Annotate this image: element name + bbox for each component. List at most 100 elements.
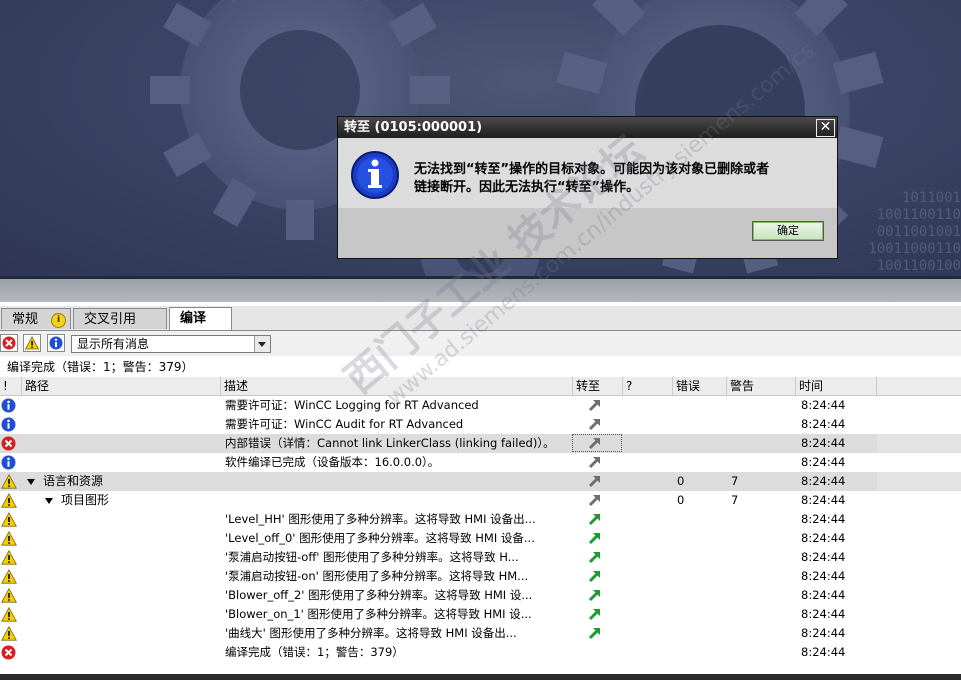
description-cell: 需要许可证：WinCC Logging for RT Advanced [225,398,479,412]
path-cell [27,415,217,434]
column-header-time[interactable]: 时间 [796,377,877,395]
description-cell: 需要许可证：WinCC Audit for RT Advanced [225,417,464,431]
path-cell [27,586,217,605]
goto-arrow-icon [588,514,600,526]
dialog-title-bar[interactable]: 转至 (0105:000001) ✕ [338,117,837,138]
errors-cell [677,453,717,472]
time-cell: 8:24:44 [801,493,846,507]
dialog-message: 无法找到“转至”操作的目标对象。可能因为该对象已删除或者 链接断开。因此无法执行… [414,161,824,197]
warnings-cell [731,605,771,624]
goto-arrow-icon [588,571,600,583]
tab-general[interactable]: 常规 i [1,308,71,329]
description-cell: 'Level_off_0' 图形使用了多种分辨率。这将导致 HMI 设备... [225,531,535,545]
table-row[interactable]: 项目图形 0 7 8:24:44 [0,491,961,510]
column-header-severity[interactable]: ! [0,377,22,395]
goto-button[interactable] [586,510,606,529]
severity-cell [0,529,18,548]
table-row[interactable]: 内部错误（详情：Cannot link LinkerClass (linking… [0,434,961,453]
column-header-description[interactable]: 描述 [221,377,573,395]
error-icon [1,436,16,451]
table-row[interactable]: '泵浦启动按钮-on' 图形使用了多种分辨率。这将导致 HM... 8:24:44 [0,567,961,586]
errors-cell [677,548,717,567]
chevron-down-icon[interactable] [254,336,270,352]
warning-icon [1,626,17,641]
severity-cell [0,472,18,491]
description-cell: 编译完成（错误：1；警告：379） [225,645,404,659]
column-header-goto[interactable]: 转至 [573,377,623,395]
warning-icon [1,607,17,622]
ok-button[interactable]: 确定 [752,221,824,241]
table-row[interactable]: 'Blower_off_2' 图形使用了多种分辨率。这将导致 HMI 设... 8… [0,586,961,605]
severity-cell [0,491,18,510]
close-icon: ✕ [819,119,832,135]
expand-triangle-icon[interactable] [45,497,53,504]
table-row[interactable]: 需要许可证：WinCC Logging for RT Advanced 8:24:… [0,396,961,415]
goto-button[interactable] [586,567,606,586]
table-row[interactable]: '泵浦启动按钮-off' 图形使用了多种分辨率。这将导致 H... 8:24:44 [0,548,961,567]
warnings-cell [731,510,771,529]
warnings-cell [731,453,771,472]
info-icon [49,336,63,350]
table-row[interactable]: 'Blower_on_1' 图形使用了多种分辨率。这将导致 HMI 设... 8:… [0,605,961,624]
path-cell [27,567,217,586]
goto-arrow-icon [588,628,600,640]
goto-button[interactable] [586,453,606,472]
warnings-cell [731,567,771,586]
message-filter-toolbar: 显示所有消息 [0,331,961,356]
goto-arrow-icon [588,400,600,412]
tab-compile[interactable]: 编译 [169,307,232,330]
tab-cross-reference[interactable]: 交叉引用 [73,308,167,329]
time-cell: 8:24:44 [801,417,846,431]
severity-cell [0,415,18,434]
description-cell: 'Blower_on_1' 图形使用了多种分辨率。这将导致 HMI 设... [225,607,532,621]
filter-warnings-button[interactable] [23,334,41,352]
severity-cell [0,548,18,567]
time-cell: 8:24:44 [801,398,846,412]
severity-cell [0,586,18,605]
column-header-errors[interactable]: 错误 [673,377,727,395]
filter-errors-button[interactable] [0,334,18,352]
column-header-question[interactable]: ? [623,377,673,395]
time-cell: 8:24:44 [801,607,846,621]
table-row[interactable]: '曲线大' 图形使用了多种分辨率。这将导致 HMI 设备出... 8:24:44 [0,624,961,643]
table-row[interactable]: 需要许可证：WinCC Audit for RT Advanced 8:24:44 [0,415,961,434]
goto-button[interactable] [586,548,606,567]
goto-button[interactable] [586,491,606,510]
warnings-cell: 7 [731,493,739,507]
goto-arrow-icon [588,609,600,621]
goto-arrow-icon [588,457,600,469]
table-row[interactable]: 'Level_HH' 图形使用了多种分辨率。这将导致 HMI 设备出... 8:2… [0,510,961,529]
goto-arrow-icon [588,533,600,545]
goto-button[interactable] [586,586,606,605]
errors-cell: 0 [677,493,685,507]
panel-splitter[interactable] [0,279,961,302]
severity-cell [0,453,18,472]
dialog-message-line-1: 无法找到“转至”操作的目标对象。可能因为该对象已删除或者 [414,162,770,177]
warning-icon [1,493,17,508]
expand-triangle-icon[interactable] [27,478,35,485]
goto-button[interactable] [586,415,606,434]
column-header-warnings[interactable]: 警告 [727,377,796,395]
goto-button[interactable] [586,396,606,415]
goto-button[interactable] [586,624,606,643]
info-icon: i [51,313,66,328]
goto-button[interactable] [586,529,606,548]
close-button[interactable]: ✕ [816,119,835,137]
table-row[interactable]: 软件编译已完成（设备版本：16.0.0.0）。 8:24:44 [0,453,961,472]
column-header-path[interactable]: 路径 [22,377,221,395]
goto-button[interactable] [586,605,606,624]
goto-arrow-icon [588,590,600,602]
message-filter-dropdown[interactable]: 显示所有消息 [71,335,271,353]
goto-arrow-icon [588,552,600,564]
goto-button[interactable] [586,434,606,453]
time-cell: 8:24:44 [801,626,846,640]
info-icon [1,398,16,413]
filter-info-button[interactable] [47,334,65,352]
goto-button[interactable] [586,472,606,491]
table-row[interactable]: 'Level_off_0' 图形使用了多种分辨率。这将导致 HMI 设备... 8… [0,529,961,548]
errors-cell [677,643,717,662]
table-row[interactable]: 编译完成（错误：1；警告：379） 8:24:44 [0,643,961,662]
tab-label: 常规 [12,312,39,327]
table-row[interactable]: 语言和资源 0 7 8:24:44 [0,472,961,491]
description-cell: '曲线大' 图形使用了多种分辨率。这将导致 HMI 设备出... [225,626,517,640]
